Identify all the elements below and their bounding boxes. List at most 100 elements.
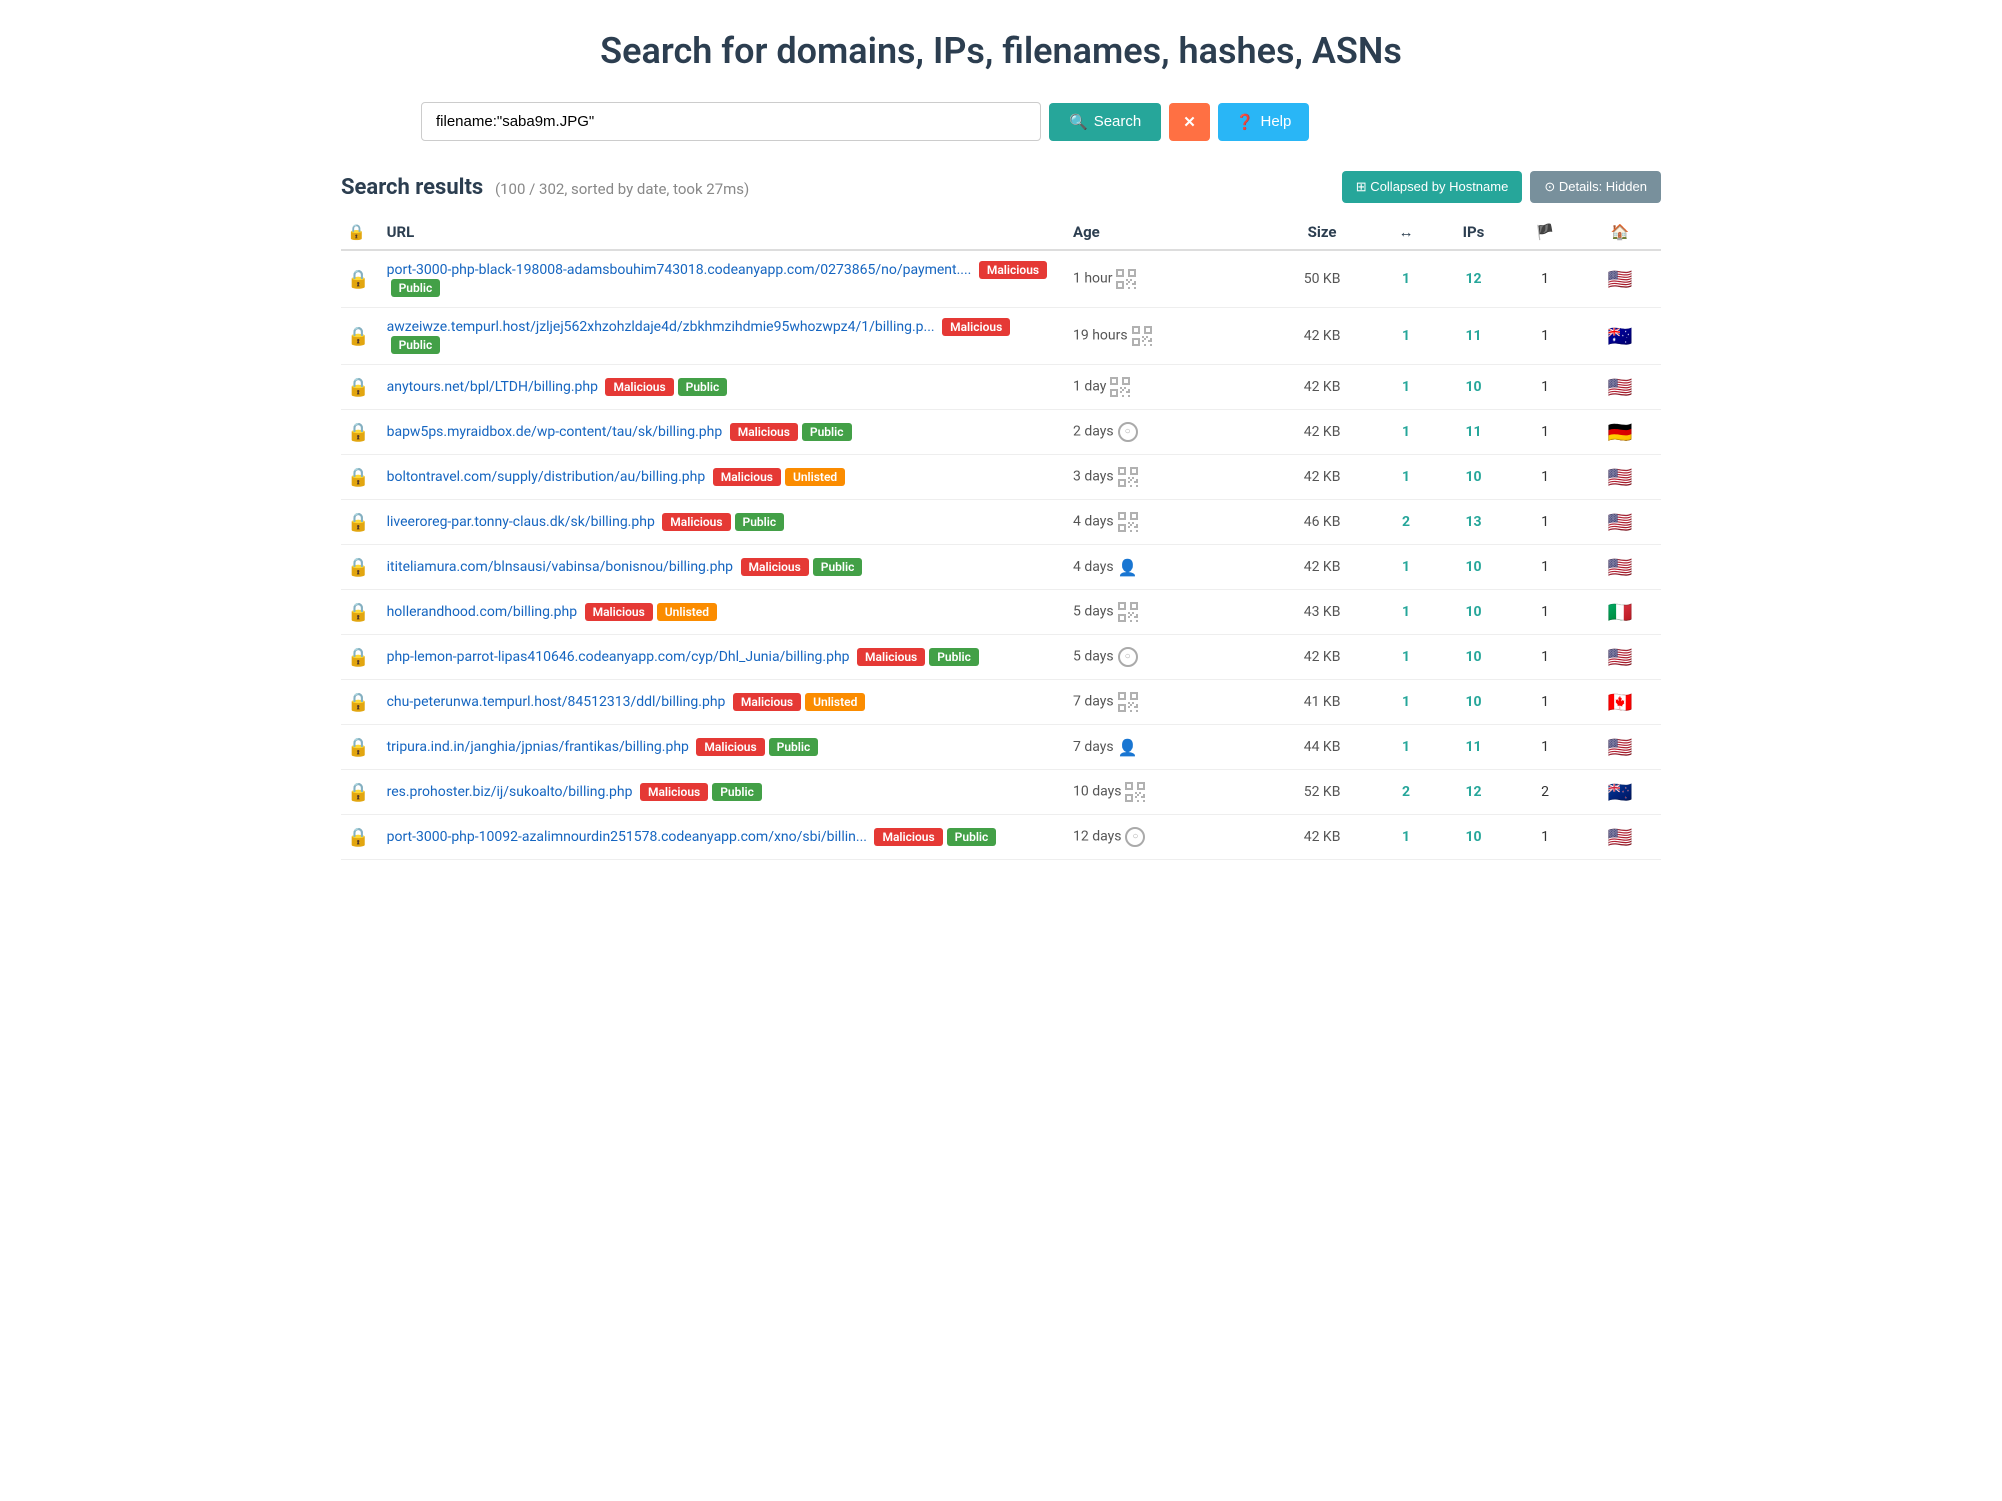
age-cell: 12 days○ (1067, 815, 1268, 860)
table-row: 🔒 liveeroreg-par.tonny-claus.dk/sk/billin… (341, 500, 1661, 545)
qr-icon (1125, 782, 1145, 802)
th-lock: 🔒 (341, 215, 381, 250)
flag-cell: 🇺🇸 (1579, 455, 1661, 500)
user-icon: 👤 (1118, 558, 1138, 577)
help-button[interactable]: ❓ Help (1218, 103, 1310, 141)
lock-icon: 🔒 (347, 782, 369, 803)
badge-public: Public (947, 828, 997, 846)
ips-value: 10 (1465, 829, 1481, 845)
flag-cell: 🇺🇸 (1579, 250, 1661, 308)
table-row: 🔒boltontravel.com/supply/distribution/au… (341, 455, 1661, 500)
ips-cell: 10 (1436, 680, 1511, 725)
ips-cell: 13 (1436, 500, 1511, 545)
country-flag: 🇺🇸 (1608, 375, 1633, 399)
details-button[interactable]: ⊙ Details: Hidden (1530, 171, 1661, 203)
url-cell[interactable]: tripura.ind.in/janghia/jpnias/frantikas/… (381, 725, 1067, 770)
hops-value: 1 (1402, 379, 1410, 395)
size-cell: 42 KB (1268, 365, 1376, 410)
lock-cell: 🔒 (341, 250, 381, 308)
age-value: 19 hours (1073, 328, 1128, 344)
url-link[interactable]: port-3000-php-10092-azalimnourdin251578.… (387, 829, 867, 845)
url-cell[interactable]: ititeliamura.com/blnsausi/vabinsa/bonisn… (381, 545, 1067, 590)
age-value: 4 days (1073, 559, 1114, 575)
flag-cell: 🇩🇪 (1579, 410, 1661, 455)
ips-cell: 10 (1436, 590, 1511, 635)
ips-cell: 11 (1436, 410, 1511, 455)
url-link[interactable]: port-3000-php-black-198008-adamsbouhim74… (387, 262, 972, 278)
age-cell: 10 days (1067, 770, 1268, 815)
url-link[interactable]: boltontravel.com/supply/distribution/au/… (387, 469, 706, 485)
size-cell: 52 KB (1268, 770, 1376, 815)
badge-public: Public (391, 336, 441, 354)
badge-public: Public (712, 783, 762, 801)
ips-cell: 10 (1436, 545, 1511, 590)
url-cell[interactable]: res.prohoster.biz/ij/sukoalto/billing.ph… (381, 770, 1067, 815)
ips-cell: 12 (1436, 770, 1511, 815)
qr-icon (1118, 512, 1138, 532)
search-button[interactable]: 🔍 Search (1049, 103, 1161, 141)
lock-icon: 🔒 (347, 512, 369, 533)
flag1-cell: 1 (1511, 590, 1579, 635)
clear-button[interactable]: ✕ (1169, 103, 1210, 141)
url-link[interactable]: ititeliamura.com/blnsausi/vabinsa/bonisn… (387, 559, 733, 575)
ips-cell: 12 (1436, 250, 1511, 308)
size-value: 52 KB (1304, 784, 1341, 800)
url-cell[interactable]: liveeroreg-par.tonny-claus.dk/sk/billing… (381, 500, 1067, 545)
collapsed-button[interactable]: ⊞ Collapsed by Hostname (1342, 171, 1523, 203)
flag1-value: 2 (1541, 784, 1549, 800)
lock-cell: 🔒 (341, 725, 381, 770)
url-link[interactable]: php-lemon-parrot-lipas410646.codeanyapp.… (387, 649, 850, 665)
ips-value: 10 (1465, 694, 1481, 710)
help-icon: ❓ (1236, 113, 1255, 131)
search-bar: 🔍 Search ✕ ❓ Help (341, 102, 1661, 141)
table-row: 🔒hollerandhood.com/billing.php Malicious… (341, 590, 1661, 635)
url-link[interactable]: awzeiwze.tempurl.host/jzljej562xhzohzlda… (387, 319, 935, 335)
url-link[interactable]: res.prohoster.biz/ij/sukoalto/billing.ph… (387, 784, 633, 800)
size-cell: 41 KB (1268, 680, 1376, 725)
th-age: Age (1067, 215, 1268, 250)
url-cell[interactable]: bapw5ps.myraidbox.de/wp-content/tau/sk/b… (381, 410, 1067, 455)
url-cell[interactable]: boltontravel.com/supply/distribution/au/… (381, 455, 1067, 500)
search-input[interactable] (421, 102, 1041, 141)
badge-malicious: Malicious (605, 378, 673, 396)
url-cell[interactable]: port-3000-php-10092-azalimnourdin251578.… (381, 815, 1067, 860)
badge-unlisted: Unlisted (785, 468, 845, 486)
url-cell[interactable]: port-3000-php-black-198008-adamsbouhim74… (381, 250, 1067, 308)
lock-icon: 🔒 (347, 827, 369, 848)
url-link[interactable]: liveeroreg-par.tonny-claus.dk/sk/billing… (387, 514, 655, 530)
url-link[interactable]: bapw5ps.myraidbox.de/wp-content/tau/sk/b… (387, 424, 723, 440)
lock-cell: 🔒 (341, 545, 381, 590)
url-link[interactable]: chu-peterunwa.tempurl.host/84512313/ddl/… (387, 694, 726, 710)
hops-value: 1 (1402, 559, 1410, 575)
flag-cell: 🇺🇸 (1579, 545, 1661, 590)
badge-public: Public (769, 738, 819, 756)
age-value: 1 hour (1073, 271, 1113, 287)
lock-cell: 🔒 (341, 590, 381, 635)
badge-malicious: Malicious (733, 693, 801, 711)
table-row: 🔒 res.prohoster.biz/ij/sukoalto/billing.p… (341, 770, 1661, 815)
url-cell[interactable]: awzeiwze.tempurl.host/jzljej562xhzohzlda… (381, 308, 1067, 365)
size-cell: 42 KB (1268, 410, 1376, 455)
flag-cell: 🇺🇸 (1579, 725, 1661, 770)
table-row: 🔒 port-3000-php-10092-azalimnourdin251578… (341, 815, 1661, 860)
badge-malicious: Malicious (942, 318, 1010, 336)
hops-cell: 1 (1376, 815, 1436, 860)
badge-public: Public (735, 513, 785, 531)
search-icon: 🔍 (1069, 113, 1088, 131)
country-flag: 🇩🇪 (1608, 420, 1633, 444)
url-link[interactable]: tripura.ind.in/janghia/jpnias/frantikas/… (387, 739, 689, 755)
url-link[interactable]: anytours.net/bpl/LTDH/billing.php (387, 379, 598, 395)
lock-icon: 🔒 (347, 422, 369, 443)
url-link[interactable]: hollerandhood.com/billing.php (387, 604, 577, 620)
badge-malicious: Malicious (585, 603, 653, 621)
url-cell[interactable]: anytours.net/bpl/LTDH/billing.php Malici… (381, 365, 1067, 410)
flag1-value: 1 (1541, 649, 1549, 665)
country-flag: 🇺🇸 (1608, 465, 1633, 489)
th-hops: ↔ (1376, 215, 1436, 250)
url-cell[interactable]: php-lemon-parrot-lipas410646.codeanyapp.… (381, 635, 1067, 680)
ips-cell: 10 (1436, 815, 1511, 860)
th-ips: IPs (1436, 215, 1511, 250)
flag1-cell: 1 (1511, 250, 1579, 308)
url-cell[interactable]: hollerandhood.com/billing.php MaliciousU… (381, 590, 1067, 635)
url-cell[interactable]: chu-peterunwa.tempurl.host/84512313/ddl/… (381, 680, 1067, 725)
